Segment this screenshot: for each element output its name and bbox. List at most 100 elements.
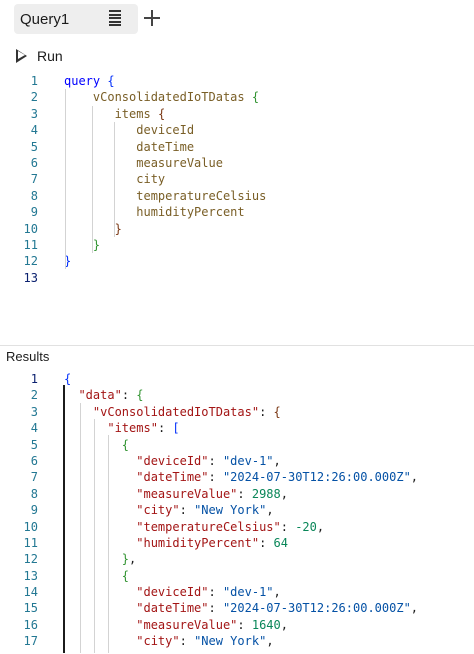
code-token: query bbox=[64, 74, 101, 88]
code-token: : bbox=[280, 519, 296, 534]
line-content: "humidityPercent": 64 bbox=[64, 535, 288, 551]
query-line: 8 temperatureCelsius bbox=[0, 188, 474, 204]
result-line: 15 "dateTime": "2024-07-30T12:26:00.000Z… bbox=[0, 600, 474, 616]
code-token: , bbox=[410, 601, 419, 616]
line-number: 10 bbox=[23, 519, 38, 534]
code-token: "dateTime" bbox=[136, 470, 209, 485]
code-token: } bbox=[92, 237, 101, 252]
code-token: : bbox=[259, 535, 274, 550]
indent-guide bbox=[108, 435, 109, 653]
line-content: "deviceId": "dev-1", bbox=[64, 584, 281, 600]
query-line: 2 vConsolidatedIoTDatas { bbox=[0, 89, 474, 105]
line-content: { bbox=[64, 437, 129, 453]
line-number: 7 bbox=[30, 172, 38, 187]
line-content: "city": "New York", bbox=[64, 633, 273, 649]
code-token: "New York" bbox=[194, 634, 267, 649]
code-token: { bbox=[121, 568, 130, 583]
line-content: items { bbox=[64, 106, 166, 122]
indent-guide bbox=[94, 419, 95, 653]
query-editor[interactable]: 1 query {2 vConsolidatedIoTDatas {3 items… bbox=[0, 73, 474, 289]
line-number: 5 bbox=[30, 139, 38, 154]
code-token: "vConsolidatedIoTDatas" bbox=[92, 404, 260, 419]
line-content: { bbox=[64, 568, 129, 584]
line-content: }, bbox=[64, 551, 136, 567]
code-token: , bbox=[280, 486, 288, 501]
line-number: 12 bbox=[23, 254, 38, 269]
code-token: humidityPercent bbox=[136, 205, 245, 220]
code-token: 1640 bbox=[251, 617, 281, 632]
code-token: "data" bbox=[78, 388, 122, 403]
result-line: 4 "items": [ bbox=[0, 420, 474, 436]
result-line: 14 "deviceId": "dev-1", bbox=[0, 584, 474, 600]
code-token: , bbox=[129, 552, 137, 567]
line-number: 15 bbox=[23, 601, 38, 616]
indent-guide bbox=[65, 89, 66, 269]
line-content: "items": [ bbox=[64, 420, 179, 436]
line-content: measureValue bbox=[64, 155, 223, 171]
result-line: 13 { bbox=[0, 568, 474, 584]
result-line: 11 "humidityPercent": 64 bbox=[0, 535, 474, 551]
code-token: { bbox=[136, 388, 144, 403]
result-line: 9 "city": "New York", bbox=[0, 502, 474, 518]
code-token: "2024-07-30T12:26:00.000Z" bbox=[222, 601, 411, 616]
line-number: 8 bbox=[30, 188, 38, 203]
line-number: 4 bbox=[30, 123, 38, 138]
line-number: 17 bbox=[23, 634, 38, 649]
line-content: vConsolidatedIoTDatas { bbox=[64, 89, 259, 105]
code-token: "dev-1" bbox=[222, 453, 274, 468]
code-token: : bbox=[208, 601, 223, 616]
indent-guide bbox=[80, 403, 81, 653]
query-line: 1 query { bbox=[0, 73, 474, 89]
query-line: 3 items { bbox=[0, 106, 474, 122]
code-token: city bbox=[136, 172, 166, 187]
code-token: "measureValue" bbox=[136, 617, 238, 632]
result-line: 6 "deviceId": "dev-1", bbox=[0, 453, 474, 469]
line-number: 10 bbox=[23, 221, 38, 236]
code-token: { bbox=[251, 90, 260, 105]
line-number: 6 bbox=[30, 155, 38, 170]
query-line: 11 } bbox=[0, 237, 474, 253]
line-content: } bbox=[64, 237, 100, 253]
code-token: : bbox=[208, 470, 223, 485]
code-token: { bbox=[64, 372, 72, 386]
code-token: deviceId bbox=[136, 123, 195, 138]
code-token: { bbox=[273, 404, 281, 419]
code-token: temperatureCelsius bbox=[136, 188, 267, 203]
query-line: 10 } bbox=[0, 221, 474, 237]
code-token: dateTime bbox=[136, 139, 195, 154]
code-token: : bbox=[237, 617, 252, 632]
line-number: 13 bbox=[23, 568, 38, 583]
result-line: 2 "data": { bbox=[0, 387, 474, 403]
indent-guide bbox=[114, 122, 115, 237]
add-tab-icon[interactable] bbox=[143, 9, 161, 27]
selection-bar bbox=[63, 385, 65, 653]
tab-menu-icon[interactable] bbox=[109, 10, 121, 27]
tab-label: Query1 bbox=[20, 11, 70, 28]
query-line: 6 measureValue bbox=[0, 155, 474, 171]
line-content: "data": { bbox=[64, 387, 144, 403]
code-token: : bbox=[179, 503, 195, 518]
code-token: "dev-1" bbox=[222, 585, 274, 600]
code-token: items bbox=[114, 106, 151, 121]
line-content: "measureValue": 2988, bbox=[64, 486, 288, 502]
run-button[interactable]: Run bbox=[16, 46, 63, 66]
tab-query1[interactable]: Query1 bbox=[14, 4, 138, 34]
line-number: 9 bbox=[30, 205, 38, 220]
result-line: 10 "temperatureCelsius": -20, bbox=[0, 519, 474, 535]
code-token: , bbox=[316, 519, 325, 534]
line-number: 16 bbox=[23, 617, 38, 632]
results-viewer[interactable]: 1{2 "data": {3 "vConsolidatedIoTDatas": … bbox=[0, 371, 474, 654]
code-token: vConsolidatedIoTDatas bbox=[92, 90, 245, 105]
line-content: "vConsolidatedIoTDatas": { bbox=[64, 404, 281, 420]
